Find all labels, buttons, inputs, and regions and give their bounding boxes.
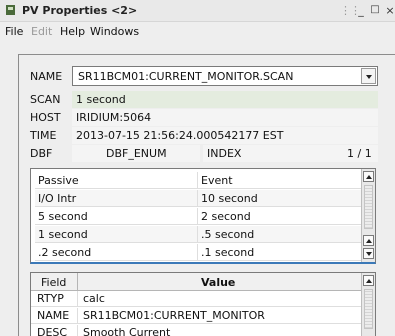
menu-edit[interactable]: Edit: [31, 25, 52, 38]
table-header: Field Value: [31, 273, 363, 291]
option-event[interactable]: Event: [201, 174, 233, 187]
dbf-value: DBF_ENUM: [106, 147, 167, 160]
menu-file[interactable]: File: [5, 25, 23, 38]
dbf-value-field: DBF_ENUM: [72, 145, 200, 162]
scroll-down-icon[interactable]: [363, 248, 374, 259]
minimize-icon[interactable]: _: [355, 4, 367, 17]
index-value: 1 / 1: [347, 147, 372, 160]
table-row[interactable]: NAME SR11BCM01:CURRENT_MONITOR: [31, 308, 363, 324]
window-title: PV Properties <2>: [22, 4, 138, 17]
table-row[interactable]: RTYP calc: [31, 291, 363, 307]
list-item[interactable]: Passive Event: [35, 172, 361, 189]
scroll-thumb[interactable]: [364, 185, 373, 229]
time-value-field: 2013-07-15 21:56:24.000542177 EST: [72, 127, 378, 144]
list-item[interactable]: I/O Intr 10 second: [35, 190, 361, 207]
name-label: NAME: [30, 70, 63, 83]
host-value: IRIDIUM:5064: [76, 111, 152, 124]
option-5-second[interactable]: 5 second: [38, 210, 88, 223]
option-point1-second[interactable]: .1 second: [201, 246, 254, 259]
scan-value-field: 1 second: [72, 91, 378, 108]
fields-table[interactable]: Field Value RTYP calc NAME SR11BCM01:CUR…: [30, 272, 376, 336]
list-item[interactable]: .2 second .1 second: [35, 244, 361, 261]
scan-label: SCAN: [30, 93, 61, 106]
scan-value: 1 second: [76, 93, 126, 106]
table-scrollbar[interactable]: [361, 273, 375, 336]
scroll-up-icon[interactable]: [363, 275, 374, 286]
time-value: 2013-07-15 21:56:24.000542177 EST: [76, 129, 284, 142]
field-value: calc: [83, 292, 105, 305]
title-bar[interactable]: PV Properties <2> ⋮⋮ _ □ ×: [0, 0, 395, 22]
host-label: HOST: [30, 111, 61, 124]
dbf-label: DBF: [30, 147, 53, 160]
option-half-second[interactable]: .5 second: [201, 228, 254, 241]
scroll-up-icon[interactable]: [363, 235, 374, 246]
option-point2-second[interactable]: .2 second: [38, 246, 91, 259]
list-item[interactable]: 1 second .5 second: [35, 226, 361, 243]
menu-bar: File Edit Help Windows: [0, 22, 395, 42]
option-10-second[interactable]: 10 second: [201, 192, 258, 205]
field-name: RTYP: [37, 292, 64, 305]
column-header-field[interactable]: Field: [41, 276, 66, 289]
index-field: INDEX 1 / 1: [203, 145, 378, 162]
pv-name-value: SR11BCM01:CURRENT_MONITOR.SCAN: [78, 70, 294, 83]
field-value: SR11BCM01:CURRENT_MONITOR: [83, 309, 265, 322]
pv-name-combobox[interactable]: SR11BCM01:CURRENT_MONITOR.SCAN: [72, 66, 378, 86]
window-menu-icon[interactable]: ⋮⋮: [340, 4, 361, 17]
field-name: NAME: [37, 309, 70, 322]
index-label: INDEX: [207, 147, 242, 160]
option-2-second[interactable]: 2 second: [201, 210, 251, 223]
column-header-value[interactable]: Value: [201, 276, 235, 289]
close-icon[interactable]: ×: [384, 4, 395, 17]
field-name: DESC: [37, 326, 68, 336]
option-passive[interactable]: Passive: [38, 174, 79, 187]
host-value-field: IRIDIUM:5064: [72, 109, 378, 126]
scan-options-list[interactable]: Passive Event I/O Intr 10 second 5 secon…: [30, 168, 376, 264]
scroll-thumb[interactable]: [364, 289, 373, 329]
menu-help[interactable]: Help: [60, 25, 85, 38]
scroll-up-icon[interactable]: [363, 171, 374, 182]
menu-windows[interactable]: Windows: [90, 25, 139, 38]
option-1-second[interactable]: 1 second: [38, 228, 88, 241]
time-label: TIME: [30, 129, 57, 142]
maximize-icon[interactable]: □: [369, 4, 381, 15]
table-row[interactable]: DESC Smooth Current: [31, 325, 363, 336]
list-scrollbar[interactable]: [361, 169, 375, 262]
app-icon: [6, 5, 15, 15]
option-io-intr[interactable]: I/O Intr: [38, 192, 76, 205]
list-item[interactable]: 5 second 2 second: [35, 208, 361, 225]
chevron-down-icon[interactable]: [361, 68, 376, 84]
field-value: Smooth Current: [83, 326, 171, 336]
